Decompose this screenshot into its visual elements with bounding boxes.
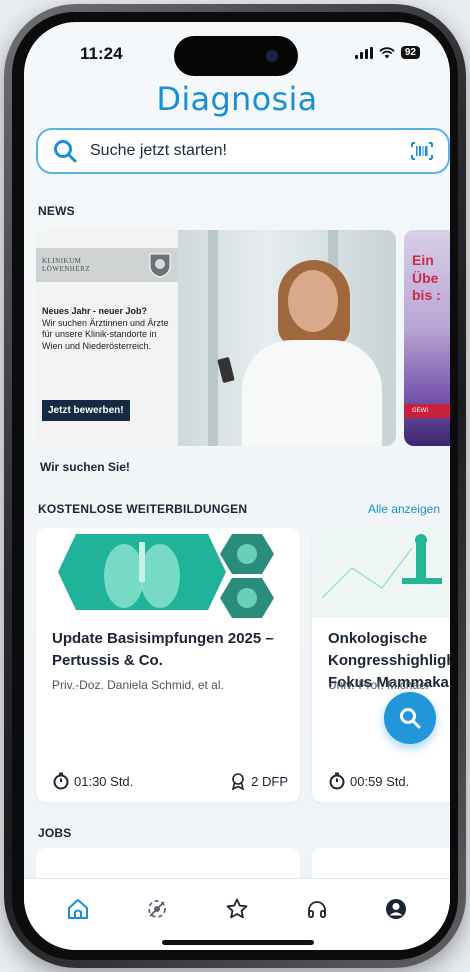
course-duration-text: 01:30 Std. — [74, 773, 134, 789]
course-author: Univ.-Prof. Michael — [328, 678, 429, 692]
tab-diseases[interactable] — [141, 893, 173, 925]
news-banner[interactable]: KLINIKUM LÖWENHERZ Neues Jahr - neuer Jo… — [36, 230, 396, 446]
award-icon — [232, 773, 245, 790]
home-icon — [67, 899, 88, 919]
job-card[interactable] — [36, 848, 300, 878]
virus-icon — [148, 900, 167, 918]
clinic-logo: KLINIKUM LÖWENHERZ — [36, 248, 178, 282]
clinic-logo-line1: KLINIKUM — [42, 256, 82, 265]
floating-search-button[interactable] — [384, 692, 436, 744]
dynamic-island — [174, 36, 298, 76]
status-time: 11:24 — [80, 44, 123, 63]
search-bar[interactable]: Suche jetzt starten! — [36, 128, 450, 174]
app-screen: 11:24 92 Diagnosia Suche jetzt starten! … — [24, 22, 450, 950]
barcode-scan-icon[interactable] — [410, 141, 434, 161]
news-banner-next-strip: GEWI — [404, 404, 450, 418]
stopwatch-icon — [329, 772, 345, 790]
app-title: Diagnosia — [156, 80, 318, 118]
news-section-title: NEWS — [38, 204, 75, 218]
news-copy: Neues Jahr - neuer Job? Wir suchen Ärzti… — [42, 306, 176, 353]
star-icon — [226, 898, 248, 919]
search-icon — [54, 140, 77, 163]
search-icon — [400, 708, 421, 729]
courses-section-title: KOSTENLOSE WEITERBILDUNGEN — [38, 502, 248, 516]
course-duration: 01:30 Std. — [52, 772, 133, 790]
course-duration-text: 00:59 Std. — [350, 773, 410, 789]
apply-button[interactable]: Jetzt bewerben! — [42, 400, 130, 421]
job-card[interactable] — [312, 848, 450, 878]
home-indicator[interactable] — [162, 940, 314, 945]
wifi-icon — [379, 46, 395, 58]
headphones-icon — [307, 901, 326, 918]
tab-favorites[interactable] — [221, 893, 253, 925]
course-card[interactable]: Onkologische Kongresshighligh Fokus Mamm… — [312, 528, 450, 802]
jobs-section-title: JOBS — [38, 826, 72, 840]
news-banner-next-text: Ein Übe bis : — [412, 252, 441, 303]
course-card[interactable]: Update Basisimpfungen 2025 – Pertussis &… — [36, 528, 300, 802]
battery-indicator: 92 — [400, 46, 420, 59]
course-points-text: 2 DFP — [251, 773, 288, 789]
news-caption: Wir suchen Sie! — [40, 460, 130, 474]
course-author: Priv.-Doz. Daniela Schmid, et al. — [52, 678, 224, 692]
tab-podcasts[interactable] — [301, 893, 333, 925]
course-thumbnail-lungs — [58, 534, 274, 618]
lion-crest-icon — [149, 253, 171, 278]
course-points: 2 DFP — [229, 772, 288, 790]
course-title: Update Basisimpfungen 2025 – Pertussis &… — [52, 630, 274, 669]
news-banner-next[interactable]: Ein Übe bis : GEWI — [404, 230, 450, 446]
tab-profile[interactable] — [380, 893, 412, 925]
course-duration: 00:59 Std. — [328, 772, 409, 790]
clinic-logo-line2: LÖWENHERZ — [42, 265, 91, 273]
news-banner-text-panel: KLINIKUM LÖWENHERZ Neues Jahr - neuer Jo… — [36, 230, 178, 446]
course-thumbnail-research — [312, 528, 450, 618]
news-headline: Neues Jahr - neuer Job? — [42, 306, 148, 316]
user-icon — [386, 899, 407, 919]
search-placeholder: Suche jetzt starten! — [90, 142, 227, 159]
tab-home[interactable] — [62, 893, 94, 925]
doctor-photo — [178, 230, 396, 446]
show-all-link[interactable]: Alle anzeigen — [368, 502, 440, 516]
camera-icon — [266, 50, 278, 62]
stopwatch-icon — [53, 772, 69, 790]
news-body: Wir suchen Ärztinnen und Ärzte für unser… — [42, 317, 169, 352]
signal-icon — [354, 46, 373, 59]
status-indicators: 92 — [354, 46, 420, 59]
